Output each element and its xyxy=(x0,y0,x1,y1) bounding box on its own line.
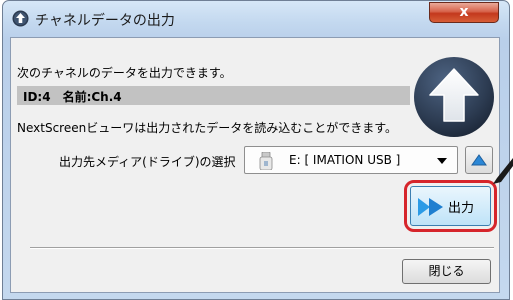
media-dropdown-value: E: [ IMATION USB ] xyxy=(289,153,401,167)
triangle-up-icon xyxy=(471,154,487,166)
upload-arrow-icon xyxy=(414,57,494,137)
media-dropdown[interactable]: E: [ IMATION USB ] xyxy=(244,146,458,174)
window-close-button[interactable]: x xyxy=(429,2,499,23)
window-title: チャネルデータの出力 xyxy=(35,13,175,29)
close-button[interactable]: 閉じる xyxy=(402,259,491,284)
output-button[interactable]: 出力 xyxy=(410,186,491,226)
app-icon xyxy=(12,10,29,27)
channel-info-bar: ID:4 名前:Ch.4 xyxy=(17,86,410,105)
double-arrow-right-icon xyxy=(418,198,443,216)
viewer-note-text: NextScreenビューワは出力されたデータを読み込むことができます。 xyxy=(17,121,398,135)
instruction-text: 次のチャネルのデータを出力できます。 xyxy=(17,66,232,80)
refresh-media-button[interactable] xyxy=(465,146,493,174)
dialog-window: チャネルデータの出力 x 次のチャネルのデータを出力できます。 ID:4 名前:… xyxy=(0,0,513,300)
usb-drive-icon xyxy=(259,152,273,170)
title-bar[interactable]: チャネルデータの出力 x xyxy=(3,1,508,36)
channel-info-text: ID:4 名前:Ch.4 xyxy=(23,90,122,104)
output-button-label: 出力 xyxy=(448,201,475,216)
chevron-down-icon[interactable] xyxy=(437,158,447,164)
divider xyxy=(30,247,494,249)
pointer-arrow-icon xyxy=(493,158,513,184)
media-select-label: 出力先メディア(ドライブ)の選択 xyxy=(59,155,236,169)
